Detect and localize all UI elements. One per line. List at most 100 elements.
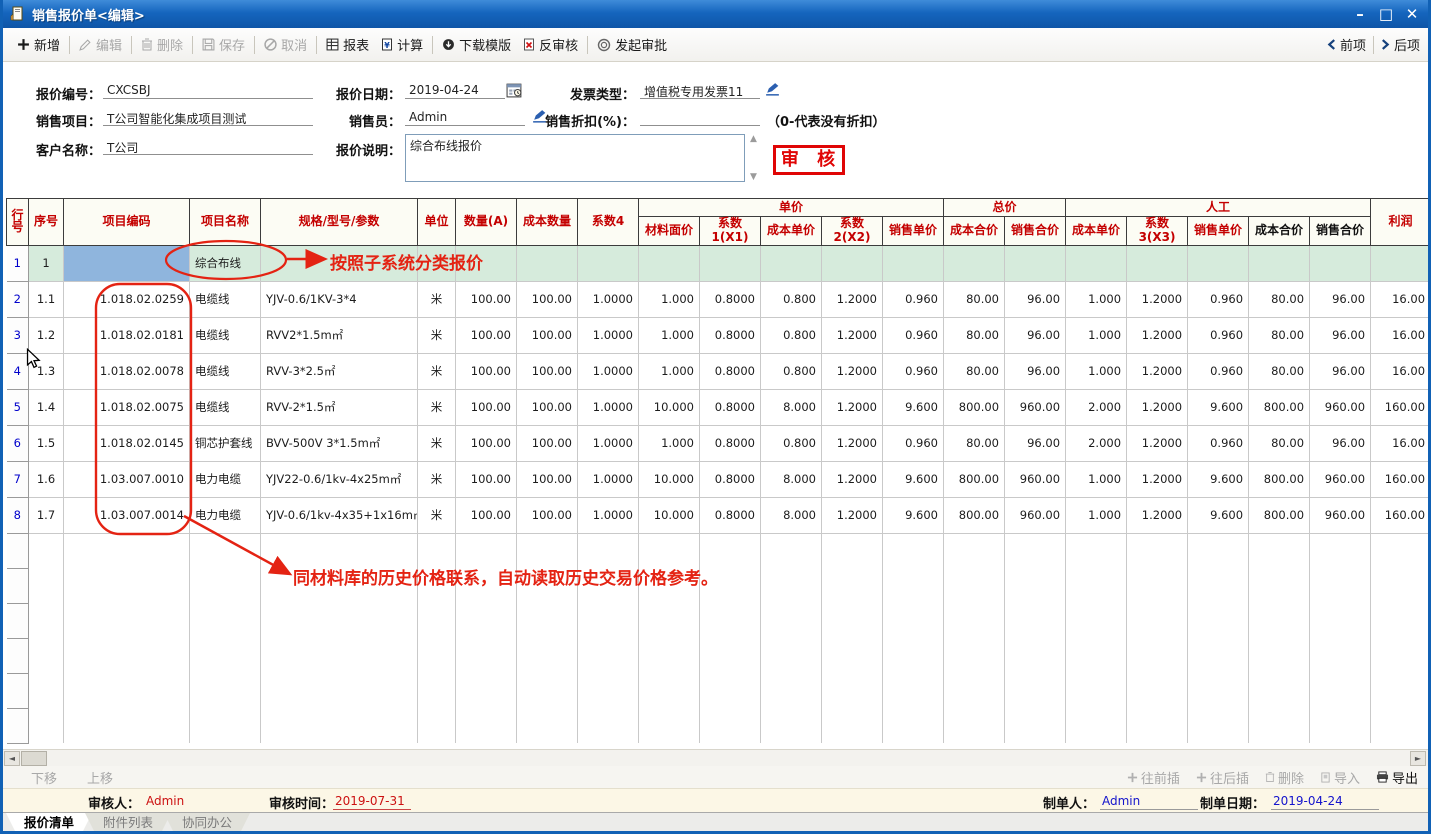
cell-11[interactable]: 1.2000 — [822, 497, 883, 533]
cell-15[interactable]: 1.000 — [1066, 317, 1127, 353]
cell-18[interactable]: 800.00 — [1249, 497, 1310, 533]
row-number-cell[interactable] — [7, 603, 29, 638]
cell-18[interactable] — [1249, 603, 1310, 638]
cell-1[interactable] — [64, 568, 190, 603]
cell-6[interactable]: 100.00 — [517, 425, 578, 461]
cell-18[interactable] — [1249, 245, 1310, 281]
cell-8[interactable]: 1.000 — [639, 317, 700, 353]
horizontal-scrollbar[interactable]: ◄ ► — [3, 749, 1428, 766]
cell-19[interactable] — [1310, 568, 1371, 603]
cell-13[interactable]: 80.00 — [944, 353, 1005, 389]
cell-0[interactable]: 1 — [29, 245, 64, 281]
salesman-field[interactable]: Admin — [405, 109, 525, 126]
cell-14[interactable] — [1005, 673, 1066, 708]
cell-7[interactable] — [578, 673, 639, 708]
cell-8[interactable]: 1.000 — [639, 425, 700, 461]
cell-1[interactable]: 1.018.02.0078 — [64, 353, 190, 389]
row-number-cell[interactable]: 8 — [7, 497, 29, 533]
cell-12[interactable] — [883, 568, 944, 603]
cell-18[interactable] — [1249, 533, 1310, 568]
cell-5[interactable] — [456, 638, 517, 673]
cell-6[interactable] — [517, 533, 578, 568]
cell-11[interactable]: 1.2000 — [822, 425, 883, 461]
discount-field[interactable] — [640, 109, 760, 126]
cell-4[interactable]: 米 — [418, 461, 456, 497]
cell-13[interactable] — [944, 708, 1005, 743]
cell-12[interactable]: 9.600 — [883, 389, 944, 425]
cell-14[interactable]: 96.00 — [1005, 353, 1066, 389]
cell-10[interactable] — [761, 708, 822, 743]
cell-12[interactable] — [883, 673, 944, 708]
row-number-cell[interactable]: 5 — [7, 389, 29, 425]
cell-19[interactable]: 96.00 — [1310, 425, 1371, 461]
cell-6[interactable] — [517, 638, 578, 673]
cell-15[interactable] — [1066, 245, 1127, 281]
cell-5[interactable]: 100.00 — [456, 461, 517, 497]
cell-5[interactable]: 100.00 — [456, 317, 517, 353]
start-approval-button[interactable]: 发起审批 — [591, 32, 673, 57]
cell-3[interactable]: YJV22-0.6/1kv-4x25m㎡ — [261, 461, 418, 497]
cancel-button[interactable]: 取消 — [258, 32, 313, 57]
cell-20[interactable] — [1371, 603, 1430, 638]
cell-4[interactable] — [418, 708, 456, 743]
cell-19[interactable]: 96.00 — [1310, 353, 1371, 389]
cell-1[interactable] — [64, 673, 190, 708]
cell-17[interactable]: 0.960 — [1188, 281, 1249, 317]
cell-14[interactable] — [1005, 245, 1066, 281]
cell-16[interactable]: 1.2000 — [1127, 353, 1188, 389]
scrollbar-thumb[interactable] — [21, 751, 47, 766]
cell-14[interactable] — [1005, 603, 1066, 638]
cell-14[interactable]: 960.00 — [1005, 461, 1066, 497]
cell-10[interactable]: 0.800 — [761, 317, 822, 353]
cell-3[interactable]: RVV-2*1.5㎡ — [261, 389, 418, 425]
cell-6[interactable] — [517, 673, 578, 708]
cell-18[interactable]: 800.00 — [1249, 461, 1310, 497]
move-down-button[interactable]: 下移 — [31, 768, 57, 787]
cell-16[interactable]: 1.2000 — [1127, 389, 1188, 425]
cell-18[interactable]: 80.00 — [1249, 317, 1310, 353]
cell-7[interactable] — [578, 638, 639, 673]
cell-4[interactable]: 米 — [418, 425, 456, 461]
scroll-right-icon[interactable]: ► — [1410, 751, 1426, 766]
cell-15[interactable]: 2.000 — [1066, 389, 1127, 425]
quote-no-field[interactable]: CXCSBJ — [103, 82, 313, 99]
cell-1[interactable] — [64, 638, 190, 673]
cell-0[interactable] — [29, 533, 64, 568]
cell-15[interactable] — [1066, 708, 1127, 743]
cell-10[interactable] — [761, 673, 822, 708]
cell-1[interactable]: 1.018.02.0259 — [64, 281, 190, 317]
cell-16[interactable] — [1127, 638, 1188, 673]
cell-16[interactable] — [1127, 245, 1188, 281]
cell-18[interactable] — [1249, 568, 1310, 603]
cell-6[interactable]: 100.00 — [517, 353, 578, 389]
cell-7[interactable]: 1.0000 — [578, 317, 639, 353]
cell-0[interactable] — [29, 568, 64, 603]
cell-4[interactable] — [418, 533, 456, 568]
cell-3[interactable]: BVV-500V 3*1.5m㎡ — [261, 425, 418, 461]
cell-4[interactable]: 米 — [418, 497, 456, 533]
cell-7[interactable]: 1.0000 — [578, 461, 639, 497]
cell-20[interactable] — [1371, 638, 1430, 673]
invoice-edit-pencil-icon[interactable] — [764, 81, 781, 97]
cell-0[interactable]: 1.2 — [29, 317, 64, 353]
cell-17[interactable]: 9.600 — [1188, 461, 1249, 497]
cell-6[interactable]: 100.00 — [517, 317, 578, 353]
cell-14[interactable] — [1005, 533, 1066, 568]
cell-17[interactable] — [1188, 533, 1249, 568]
cell-9[interactable]: 0.8000 — [700, 317, 761, 353]
cell-2[interactable]: 电缆线 — [190, 281, 261, 317]
cell-7[interactable]: 1.0000 — [578, 353, 639, 389]
cell-3[interactable]: RVV-3*2.5㎡ — [261, 353, 418, 389]
calendar-icon[interactable] — [506, 82, 523, 98]
row-number-cell[interactable] — [7, 673, 29, 708]
new-button[interactable]: 新增 — [11, 32, 66, 57]
make-date-value[interactable]: 2019-04-24 — [1271, 794, 1379, 810]
maker-value[interactable]: Admin — [1100, 794, 1198, 810]
tab-quote-list[interactable]: 报价清单 — [6, 813, 92, 831]
cell-8[interactable] — [639, 533, 700, 568]
cell-17[interactable] — [1188, 673, 1249, 708]
cell-14[interactable]: 96.00 — [1005, 317, 1066, 353]
cell-11[interactable] — [822, 245, 883, 281]
cell-2[interactable] — [190, 638, 261, 673]
cell-1[interactable] — [64, 533, 190, 568]
